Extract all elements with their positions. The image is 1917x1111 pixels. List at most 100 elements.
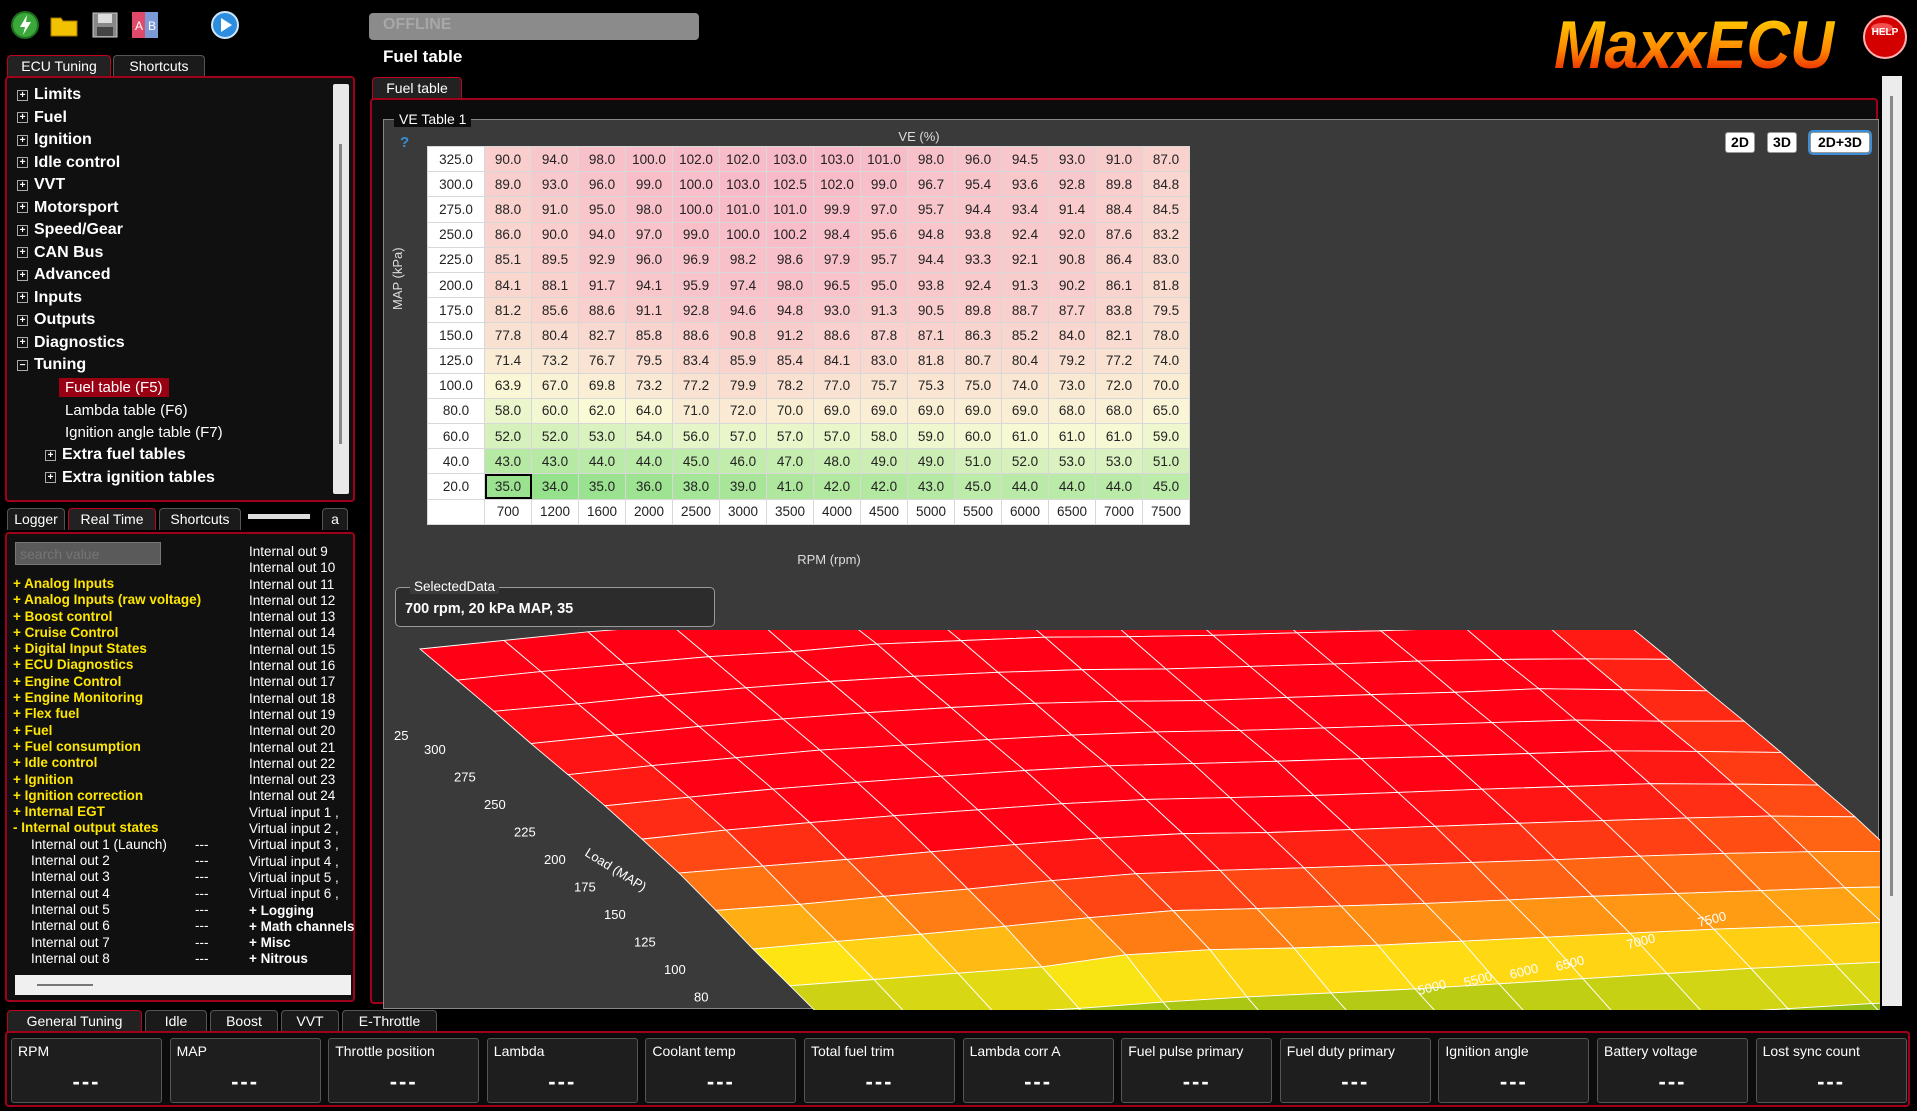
- rt-item[interactable]: Internal out 7 ---: [13, 935, 253, 951]
- ve-cell[interactable]: 98.4: [813, 221, 861, 248]
- ve-cell[interactable]: 87.7: [1048, 297, 1096, 324]
- ve-cell[interactable]: 100.2: [766, 221, 814, 248]
- ve-cell[interactable]: 60.0: [954, 423, 1002, 450]
- ve-cell[interactable]: 78.2: [766, 372, 814, 399]
- ve-cell[interactable]: 79.2: [1048, 347, 1096, 374]
- tree-item-ignition[interactable]: + Ignition: [17, 129, 337, 152]
- tab-e-throttle[interactable]: E-Throttle: [342, 1010, 437, 1032]
- ve-cell[interactable]: 82.1: [1095, 322, 1143, 349]
- tree-item-motorsport[interactable]: + Motorsport: [17, 197, 337, 220]
- search-input[interactable]: [15, 542, 161, 565]
- rt-category[interactable]: + Nitrous: [249, 951, 359, 967]
- gauge-fuel-pulse-primary[interactable]: Fuel pulse primary ---: [1121, 1038, 1273, 1103]
- ve-cell[interactable]: 57.0: [813, 423, 861, 450]
- ve-cell[interactable]: 60.0: [531, 397, 579, 425]
- ve-cell[interactable]: 94.4: [954, 196, 1002, 223]
- ve-cell[interactable]: 92.0: [1048, 221, 1096, 248]
- gauge-total-fuel-trim[interactable]: Total fuel trim ---: [804, 1038, 955, 1103]
- ve-cell[interactable]: 52.0: [531, 423, 579, 450]
- ve-cell[interactable]: 45.0: [954, 473, 1002, 500]
- ve-cell[interactable]: 59.0: [907, 423, 955, 450]
- ve-cell[interactable]: 47.0: [766, 448, 814, 475]
- rt-item[interactable]: Virtual input 6 ,: [249, 886, 359, 902]
- rt-item[interactable]: Internal out 4 ---: [13, 886, 253, 902]
- rt-item[interactable]: Internal out 14: [249, 625, 359, 641]
- ve-cell[interactable]: 44.0: [625, 448, 673, 475]
- rt-item[interactable]: Internal out 18: [249, 691, 359, 707]
- ve-cell[interactable]: 90.8: [719, 322, 767, 349]
- tab-fuel-table[interactable]: Fuel table: [372, 77, 462, 99]
- help-button[interactable]: HELP: [1862, 14, 1908, 60]
- ve-cell[interactable]: 96.0: [954, 145, 1002, 173]
- ve-cell[interactable]: 92.9: [578, 246, 626, 273]
- tab-idle[interactable]: Idle: [145, 1010, 207, 1032]
- ve-cell[interactable]: 92.8: [672, 297, 720, 324]
- ve-cell[interactable]: 59.0: [1142, 423, 1190, 450]
- gauge-ignition-angle[interactable]: Ignition angle ---: [1438, 1038, 1590, 1103]
- ve-cell[interactable]: 69.0: [860, 397, 908, 425]
- ve-cell[interactable]: 88.1: [531, 271, 579, 299]
- ve-cell[interactable]: 97.0: [860, 196, 908, 223]
- rt-item[interactable]: Virtual input 3 ,: [249, 837, 359, 853]
- ve-cell[interactable]: 75.0: [954, 372, 1002, 399]
- ve-cell[interactable]: 63.9: [484, 372, 532, 399]
- ve-cell[interactable]: 79.5: [625, 347, 673, 374]
- ve-cell[interactable]: 36.0: [625, 473, 673, 500]
- expand-icon[interactable]: +: [17, 112, 28, 124]
- expand-icon[interactable]: +: [17, 314, 28, 326]
- ve-cell[interactable]: 96.0: [578, 171, 626, 198]
- ve-cell[interactable]: 85.1: [484, 246, 532, 273]
- gauge-fuel-duty-primary[interactable]: Fuel duty primary ---: [1279, 1038, 1431, 1103]
- ve-cell[interactable]: 81.8: [1142, 271, 1190, 299]
- ve-cell[interactable]: 84.1: [484, 271, 532, 299]
- save-icon[interactable]: [90, 10, 120, 40]
- rt-item[interactable]: Internal out 12: [249, 593, 359, 609]
- ve-cell[interactable]: 89.8: [1095, 171, 1143, 198]
- ve-cell[interactable]: 80.4: [1001, 347, 1049, 374]
- gauge-lost-sync-count[interactable]: Lost sync count ---: [1755, 1038, 1907, 1103]
- gauge-lambda[interactable]: Lambda ---: [486, 1038, 638, 1103]
- ve-cell[interactable]: 81.8: [907, 347, 955, 374]
- play-icon[interactable]: [210, 10, 240, 40]
- ve-cell[interactable]: 49.0: [860, 448, 908, 475]
- tree-item-vvt[interactable]: + VVT: [17, 174, 337, 197]
- ve-cell[interactable]: 51.0: [954, 448, 1002, 475]
- expand-icon[interactable]: +: [45, 449, 56, 461]
- ve-cell[interactable]: 95.7: [907, 196, 955, 223]
- rt-category[interactable]: + Digital Input States: [13, 641, 253, 657]
- ve-cell[interactable]: 77.2: [672, 372, 720, 399]
- rt-item[interactable]: Internal out 22: [249, 756, 359, 772]
- ve-cell[interactable]: 53.0: [578, 423, 626, 450]
- ve-cell[interactable]: 98.0: [766, 271, 814, 299]
- tree-item-ignition-angle-table[interactable]: Ignition angle table (F7): [17, 422, 337, 445]
- ve-cell[interactable]: 94.8: [766, 297, 814, 324]
- ve-cell[interactable]: 73.0: [1048, 372, 1096, 399]
- ve-cell[interactable]: 93.0: [813, 297, 861, 324]
- ve-cell[interactable]: 69.0: [813, 397, 861, 425]
- ve-cell[interactable]: 93.0: [531, 171, 579, 198]
- tree-item-advanced[interactable]: + Advanced: [17, 264, 337, 287]
- expand-icon[interactable]: +: [17, 157, 28, 169]
- expand-icon[interactable]: +: [17, 202, 28, 214]
- ve-cell[interactable]: 101.0: [860, 145, 908, 173]
- ve-cell[interactable]: 41.0: [766, 473, 814, 500]
- ve-cell[interactable]: 45.0: [1142, 473, 1190, 500]
- ve-cell[interactable]: 86.1: [1095, 271, 1143, 299]
- ve-cell[interactable]: 43.0: [531, 448, 579, 475]
- ve-cell[interactable]: 95.6: [860, 221, 908, 248]
- ve-cell[interactable]: 92.4: [954, 271, 1002, 299]
- ve-cell[interactable]: 51.0: [1142, 448, 1190, 475]
- open-folder-icon[interactable]: [49, 10, 79, 40]
- rt-item[interactable]: Internal out 11: [249, 577, 359, 593]
- rt-item[interactable]: Internal out 9: [249, 544, 359, 560]
- ve-cell[interactable]: 100.0: [625, 145, 673, 173]
- ve-cell[interactable]: 92.4: [1001, 221, 1049, 248]
- rt-horizontal-scrollbar[interactable]: [15, 975, 351, 995]
- ve-cell[interactable]: 99.9: [813, 196, 861, 223]
- ve-cell[interactable]: 94.8: [907, 221, 955, 248]
- tab-general-tuning[interactable]: General Tuning: [7, 1010, 142, 1032]
- ve-cell[interactable]: 78.0: [1142, 322, 1190, 349]
- tab-shortcuts[interactable]: Shortcuts: [113, 55, 205, 77]
- rt-category[interactable]: + Engine Control: [13, 674, 253, 690]
- ve-cell[interactable]: 87.1: [907, 322, 955, 349]
